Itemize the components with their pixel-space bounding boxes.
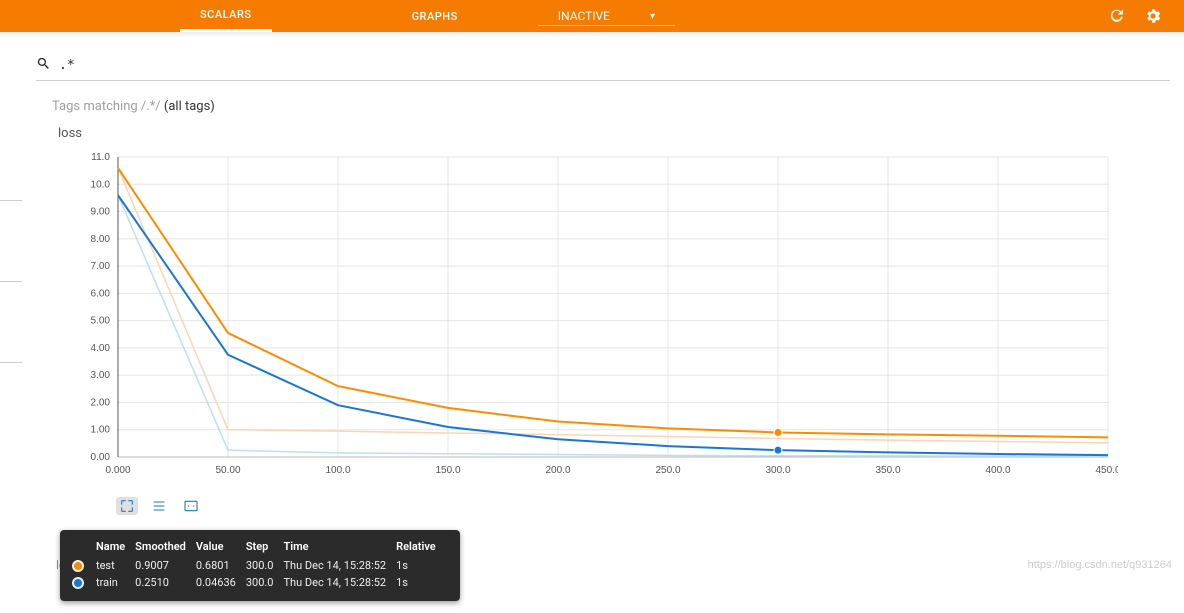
scalars-card: Tags matching /.*/ (all tags) loss 0.00 1…	[52, 99, 1170, 515]
svg-text:4.00: 4.00	[91, 343, 111, 354]
chart-title: loss	[58, 126, 1170, 141]
svg-text:350.0: 350.0	[875, 465, 900, 476]
tag-filter-input[interactable]	[59, 58, 1170, 73]
chart-toolbar	[116, 497, 1170, 515]
svg-text:5.00: 5.00	[91, 316, 111, 327]
svg-text:300.0: 300.0	[765, 465, 790, 476]
watermark: https://blog.csdn.net/q931264	[1028, 559, 1172, 571]
svg-text:450.0: 450.0	[1095, 465, 1118, 476]
svg-text:11.0: 11.0	[91, 152, 110, 163]
svg-text:50.00: 50.00	[215, 465, 240, 476]
svg-text:400.0: 400.0	[985, 465, 1010, 476]
search-icon	[36, 56, 59, 75]
svg-text:0.000: 0.000	[105, 465, 130, 476]
tab-scalars[interactable]: SCALARS	[180, 0, 272, 32]
chevron-down-icon: ▾	[650, 11, 655, 22]
svg-text:1.00: 1.00	[91, 425, 111, 436]
svg-text:8.00: 8.00	[91, 234, 111, 245]
toggle-y-log-icon[interactable]	[148, 497, 170, 515]
svg-text:9.00: 9.00	[91, 207, 111, 218]
svg-text:0.00: 0.00	[91, 452, 111, 463]
series-swatch-train	[72, 577, 84, 589]
tooltip-row: test0.90070.6801300.0Thu Dec 14, 15:28:5…	[72, 557, 446, 574]
sidebar-collapsed	[0, 200, 22, 443]
svg-text:150.0: 150.0	[435, 465, 460, 476]
tag-filter	[0, 50, 1184, 80]
svg-text:250.0: 250.0	[655, 465, 680, 476]
svg-text:100.0: 100.0	[325, 465, 350, 476]
svg-text:10.0: 10.0	[91, 179, 111, 190]
svg-text:2.00: 2.00	[91, 397, 111, 408]
app-header: SCALARS GRAPHS INACTIVE ▾	[0, 0, 1184, 32]
series-swatch-test	[72, 560, 84, 572]
refresh-icon[interactable]	[1108, 7, 1126, 25]
tab-inactive-label: INACTIVE	[558, 9, 610, 23]
loss-chart[interactable]: 0.00 1.00 2.00 3.00 4.00 5.00 6.00 7.00 8.00 9.00…	[58, 147, 1118, 487]
svg-text:3.00: 3.00	[91, 370, 111, 381]
tab-graphs[interactable]: GRAPHS	[392, 0, 478, 32]
svg-text:7.00: 7.00	[91, 261, 111, 272]
svg-text:200.0: 200.0	[545, 465, 570, 476]
expand-icon[interactable]	[116, 497, 138, 515]
tab-inactive-dropdown[interactable]: INACTIVE ▾	[538, 0, 675, 32]
header-actions	[1108, 0, 1184, 32]
fit-domain-icon[interactable]	[180, 497, 202, 515]
header-tabs: SCALARS GRAPHS INACTIVE ▾	[180, 0, 675, 32]
tags-matching-line: Tags matching /.*/ (all tags)	[52, 99, 1170, 114]
svg-text:6.00: 6.00	[91, 288, 111, 299]
tooltip-row: train0.25100.04636300.0Thu Dec 14, 15:28…	[72, 574, 446, 591]
chart-tooltip: NameSmoothedValueStepTimeRelative test0.…	[60, 530, 460, 601]
settings-icon[interactable]	[1144, 7, 1162, 25]
